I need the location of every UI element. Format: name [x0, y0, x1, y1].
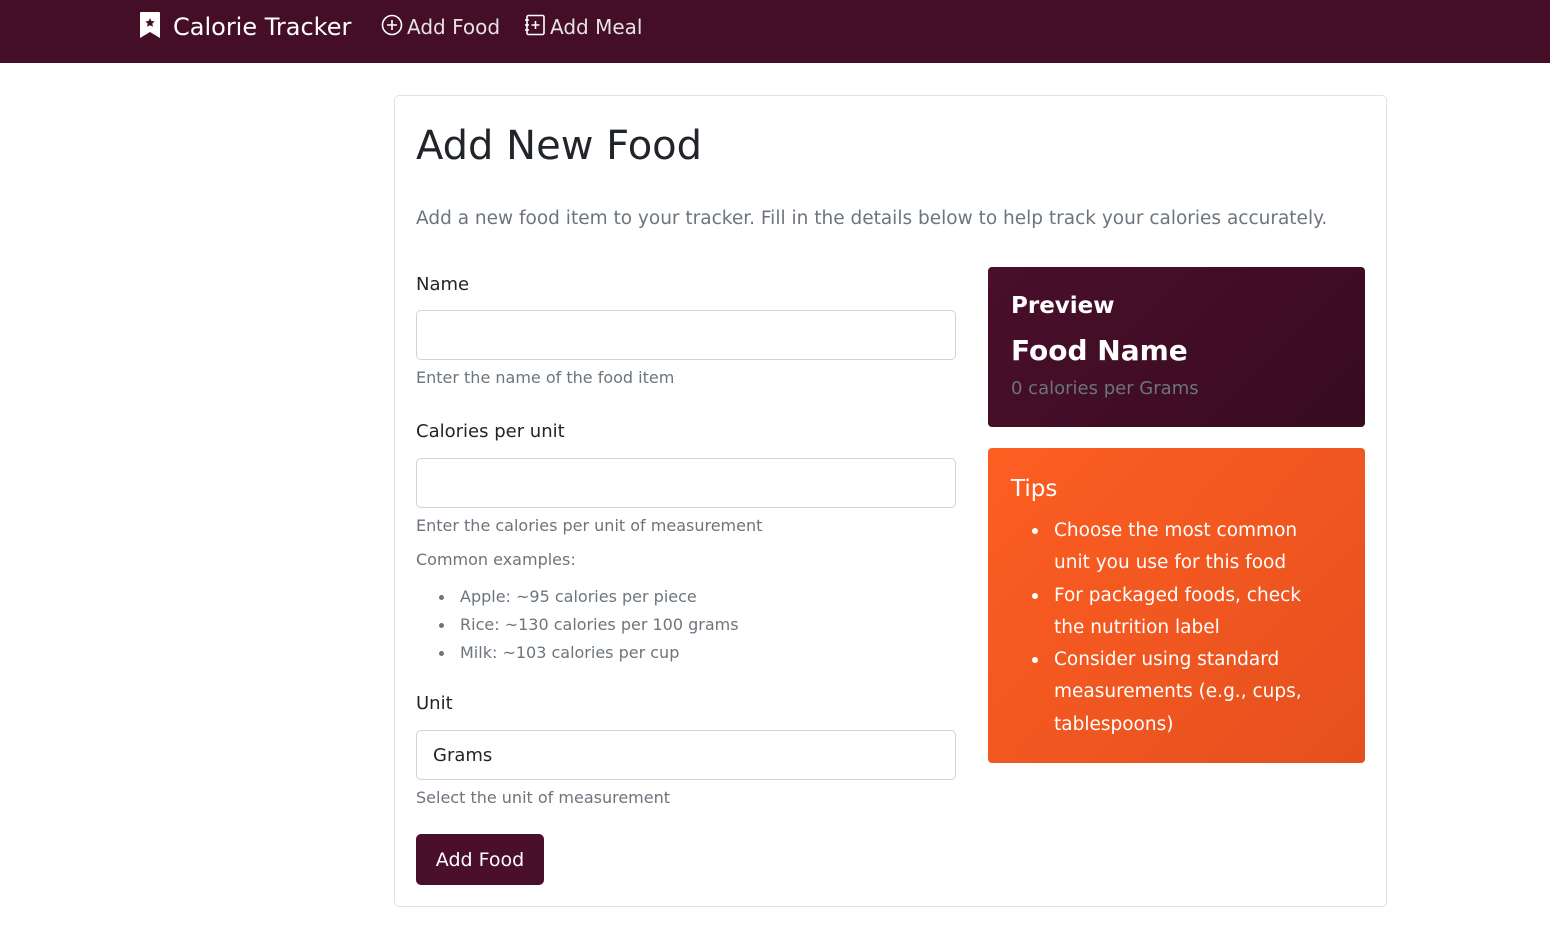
- preview-card: Preview Food Name 0 calories per Grams: [988, 267, 1365, 427]
- name-help: Enter the name of the food item: [416, 368, 675, 387]
- top-navbar: Calorie Tracker Add Food Add Meal: [0, 0, 1550, 63]
- journal-plus-icon: [524, 14, 546, 41]
- bookmark-icon: [139, 11, 161, 43]
- plus-circle-icon: [381, 14, 403, 41]
- example-item: Apple: ~95 calories per piece: [439, 583, 739, 611]
- examples-title: Common examples:: [416, 550, 576, 569]
- name-label: Name: [416, 274, 470, 295]
- examples-list: Apple: ~95 calories per piece Rice: ~130…: [439, 583, 739, 667]
- example-item: Milk: ~103 calories per cup: [439, 639, 739, 667]
- brand-link[interactable]: Calorie Tracker: [139, 12, 351, 42]
- calories-input[interactable]: [416, 458, 956, 508]
- preview-title: Preview: [1011, 293, 1115, 319]
- unit-select[interactable]: Grams: [416, 730, 956, 780]
- nav-add-food-label: Add Food: [407, 15, 501, 39]
- brand-text: Calorie Tracker: [173, 13, 352, 41]
- tip-item: Consider using standard measurements (e.…: [1032, 644, 1332, 741]
- unit-help: Select the unit of measurement: [416, 788, 671, 807]
- page-lead: Add a new food item to your tracker. Fil…: [416, 208, 1328, 229]
- nav-add-food-link[interactable]: Add Food: [381, 12, 500, 42]
- tip-item: Choose the most common unit you use for …: [1032, 515, 1332, 580]
- name-input[interactable]: [416, 310, 956, 360]
- calories-help: Enter the calories per unit of measureme…: [416, 516, 763, 535]
- page-title: Add New Food: [416, 123, 703, 169]
- unit-label: Unit: [416, 693, 453, 714]
- add-food-card: Add New Food Add a new food item to your…: [394, 95, 1387, 907]
- tips-list: Choose the most common unit you use for …: [1032, 515, 1332, 741]
- tips-card: Tips Choose the most common unit you use…: [988, 448, 1365, 763]
- add-food-button[interactable]: Add Food: [416, 834, 544, 885]
- nav-add-meal-label: Add Meal: [550, 15, 643, 39]
- calories-label: Calories per unit: [416, 421, 565, 442]
- nav-add-meal-link[interactable]: Add Meal: [524, 12, 642, 42]
- tips-title: Tips: [1011, 476, 1058, 502]
- example-item: Rice: ~130 calories per 100 grams: [439, 611, 739, 639]
- unit-selected-value: Grams: [433, 744, 493, 766]
- tip-item: For packaged foods, check the nutrition …: [1032, 580, 1332, 645]
- preview-calories: 0 calories per Grams: [1011, 378, 1199, 399]
- preview-food-name: Food Name: [1011, 334, 1188, 367]
